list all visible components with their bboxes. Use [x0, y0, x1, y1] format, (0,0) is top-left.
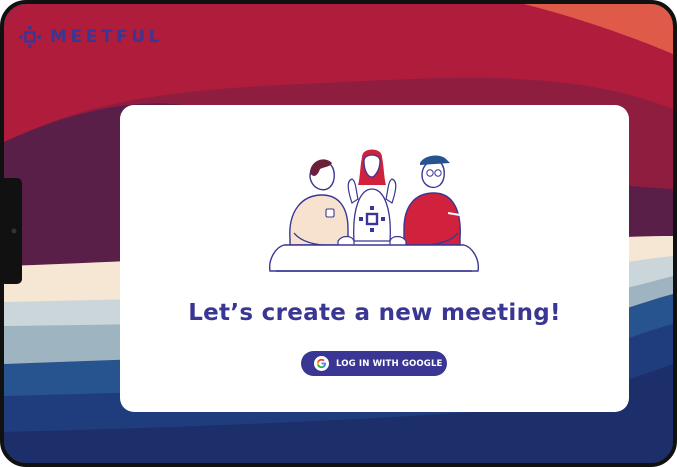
tablet-device: MEETFUL Let’s create a new meeting! LOG … [0, 0, 677, 467]
three-people-at-table-illustration [269, 149, 479, 272]
brand-name: MEETFUL [50, 27, 164, 47]
app-screen: MEETFUL Let’s create a new meeting! LOG … [4, 4, 673, 463]
welcome-card: Let’s create a new meeting! LOG IN WITH … [120, 105, 629, 412]
brand-logo[interactable]: MEETFUL [18, 25, 163, 49]
google-g-icon [314, 356, 329, 371]
page-headline: Let’s create a new meeting! [188, 300, 561, 326]
meetful-logo-icon [19, 26, 41, 48]
login-with-google-button[interactable]: LOG IN WITH GOOGLE [301, 351, 447, 376]
login-button-label: LOG IN WITH GOOGLE [336, 358, 443, 369]
